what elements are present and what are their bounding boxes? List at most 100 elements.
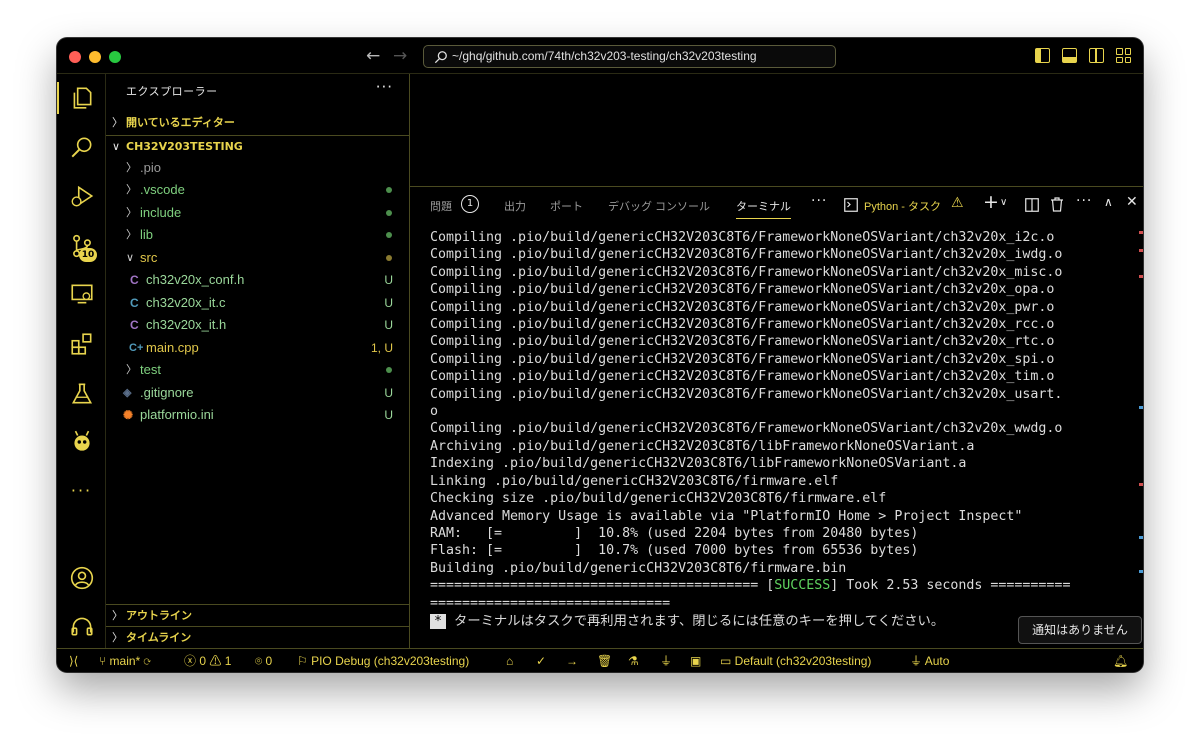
toggle-secondary-sidebar-icon[interactable] — [1089, 48, 1104, 63]
git-status: U — [384, 386, 393, 400]
new-terminal-plus-icon[interactable]: + — [983, 191, 999, 213]
warning-icon: ⚠ — [951, 195, 964, 211]
tree-item-pio[interactable]: 〉 .pio — [106, 157, 409, 179]
timeline-section[interactable]: 〉 タイムライン — [106, 626, 409, 648]
split-terminal-icon[interactable] — [1025, 198, 1039, 212]
customize-layout-icon[interactable] — [1116, 48, 1131, 63]
remote-indicator-icon[interactable]: ⟩⟨ — [69, 650, 78, 672]
open-editors-section[interactable]: 〉 開いているエディター — [106, 112, 409, 134]
git-file-icon: ◈ — [123, 387, 132, 399]
toggle-primary-sidebar-icon[interactable] — [1035, 48, 1050, 63]
zoom-window-button[interactable] — [109, 51, 121, 63]
tree-item-include[interactable]: 〉 include — [106, 202, 409, 224]
ports-status[interactable]: ⌾ 0 — [255, 650, 272, 672]
tree-item-ch32v20x-it-h[interactable]: C ch32v20x_it.h U — [106, 314, 409, 336]
close-window-button[interactable] — [69, 51, 81, 63]
reuse-message: ターミナルはタスクで再利用されます、閉じるには任意のキーを押してください。 — [454, 613, 945, 629]
terminal-line: RAM: [= ] 10.8% (used 2204 bytes from 20… — [430, 525, 919, 541]
pio-terminal-icon[interactable]: ▣ — [690, 650, 701, 672]
git-status: U — [384, 296, 393, 310]
tab-terminal[interactable]: ターミナル — [736, 198, 791, 219]
editor-area[interactable] — [410, 74, 1143, 186]
more-views-icon[interactable]: ··· — [57, 470, 106, 510]
pio-home-icon[interactable]: ⌂ — [506, 650, 513, 672]
terminal-more-icon[interactable]: ··· — [1076, 193, 1092, 209]
pio-test-flask-icon[interactable]: ⚗ — [628, 650, 639, 672]
tree-item-gitignore[interactable]: ◈ .gitignore U — [106, 382, 409, 404]
tab-ports[interactable]: ポート — [550, 198, 583, 214]
chevron-right-icon: 〉 — [126, 207, 137, 219]
manage-gear-icon[interactable] — [57, 606, 106, 646]
terminal-line: Flash: [= ] 10.7% (used 7000 bytes from … — [430, 543, 919, 559]
tree-item-ch32v20x-it-c[interactable]: C ch32v20x_it.c U — [106, 292, 409, 314]
maximize-panel-chevron-icon[interactable]: ∧ — [1104, 195, 1113, 209]
debug-icon: ⚐ — [297, 654, 312, 668]
plug-icon: ⏚ — [910, 654, 925, 668]
git-branch-icon: ⑂ — [99, 654, 110, 668]
testing-icon[interactable] — [57, 374, 106, 414]
tree-item-test[interactable]: 〉 test — [106, 359, 409, 381]
terminal-output[interactable]: Compiling .pio/build/genericCH32V203C8T6… — [430, 229, 1130, 630]
close-panel-icon[interactable]: ✕ — [1126, 194, 1138, 210]
pio-build-check-icon[interactable]: ✓ — [536, 650, 546, 672]
panel-more-icon[interactable]: ··· — [811, 193, 827, 209]
tree-item-src[interactable]: ∨ src — [106, 247, 409, 269]
outline-section[interactable]: 〉 アウトライン — [106, 604, 409, 626]
outline-label: アウトライン — [126, 609, 192, 622]
tree-item-lib[interactable]: 〉 lib — [106, 224, 409, 246]
tab-problems[interactable]: 問題 — [430, 198, 452, 214]
source-control-icon[interactable]: 10 — [57, 226, 106, 266]
branch-status[interactable]: ⑂ main* ⟳ — [99, 650, 151, 672]
tree-item-vscode[interactable]: 〉 .vscode — [106, 179, 409, 201]
tab-debug-console[interactable]: デバッグ コンソール — [608, 198, 710, 214]
tree-item-platformio-ini[interactable]: ✺ platformio.ini U — [106, 404, 409, 426]
terminal-success-line: ========================================… — [430, 578, 1071, 594]
status-bar: ⟩⟨ ⑂ main* ⟳ ⓧ 0 ⚠ 1 ⌾ 0 ⚐ PIO Debug (ch… — [57, 648, 1143, 672]
chevron-right-icon: 〉 — [126, 184, 137, 196]
explorer-icon[interactable] — [57, 78, 106, 118]
terminal-line: o — [430, 404, 439, 420]
extensions-icon[interactable] — [57, 324, 106, 364]
terminal-task-name[interactable]: Python - タスク — [864, 198, 941, 214]
problems-count-badge: 1 — [461, 195, 479, 213]
warning-icon: ⚠ — [209, 654, 225, 668]
pio-upload-arrow-icon[interactable]: → — [566, 650, 578, 672]
minimize-window-button[interactable] — [89, 51, 101, 63]
pio-clean-trash-icon[interactable]: 🗑︎ — [597, 650, 612, 672]
status-dot — [386, 255, 392, 261]
project-root-section[interactable]: ∨ CH32V203TESTING — [106, 135, 409, 157]
explorer-more-icon[interactable]: ··· — [376, 78, 393, 96]
source-control-badge: 10 — [79, 248, 97, 262]
run-debug-icon[interactable] — [57, 176, 106, 216]
search-icon[interactable] — [57, 128, 106, 168]
terminal-line: Compiling .pio/build/genericCH32V203C8T6… — [430, 247, 1063, 263]
debug-status[interactable]: ⚐ PIO Debug (ch32v203testing) — [297, 650, 469, 672]
tree-item-ch32v20x-conf-h[interactable]: C ch32v20x_conf.h U — [106, 269, 409, 291]
terminal-line: Compiling .pio/build/genericCH32V203C8T6… — [430, 282, 1055, 298]
chevron-down-icon[interactable]: ∨ — [1000, 197, 1007, 208]
toggle-panel-icon[interactable] — [1062, 48, 1077, 63]
forward-arrow-icon[interactable]: → — [393, 46, 407, 66]
tree-item-main-cpp[interactable]: C+ main.cpp 1, U — [106, 337, 409, 359]
platformio-icon[interactable] — [57, 422, 106, 462]
remote-explorer-icon[interactable] — [57, 274, 106, 314]
terminal-scrollbar[interactable] — [1139, 223, 1143, 649]
terminal-line: Compiling .pio/build/genericCH32V203C8T6… — [430, 369, 1055, 385]
trash-icon[interactable] — [1050, 197, 1064, 212]
status-dot — [386, 187, 392, 193]
title-bar: ← → ~/ghq/github.com/74th/ch32v203-testi… — [57, 38, 1143, 74]
env-status[interactable]: ▭ Default (ch32v203testing) — [720, 650, 871, 672]
git-status: 1, U — [370, 341, 393, 355]
c-file-icon: C — [130, 296, 139, 310]
pio-serial-plug-icon[interactable]: ⏚ — [660, 650, 672, 672]
tab-output[interactable]: 出力 — [504, 198, 526, 214]
c-file-icon: C — [130, 318, 139, 332]
notifications-bell-icon[interactable]: 🔔︎ — [1113, 650, 1128, 672]
port-auto-status[interactable]: ⏚ Auto — [910, 650, 949, 672]
chevron-right-icon: 〉 — [112, 609, 123, 622]
problems-status[interactable]: ⓧ 0 ⚠ 1 — [184, 650, 231, 672]
chevron-right-icon: 〉 — [112, 116, 123, 129]
command-center-search[interactable]: ~/ghq/github.com/74th/ch32v203-testing/c… — [423, 45, 836, 68]
accounts-icon[interactable] — [57, 558, 106, 598]
back-arrow-icon[interactable]: ← — [366, 46, 380, 66]
